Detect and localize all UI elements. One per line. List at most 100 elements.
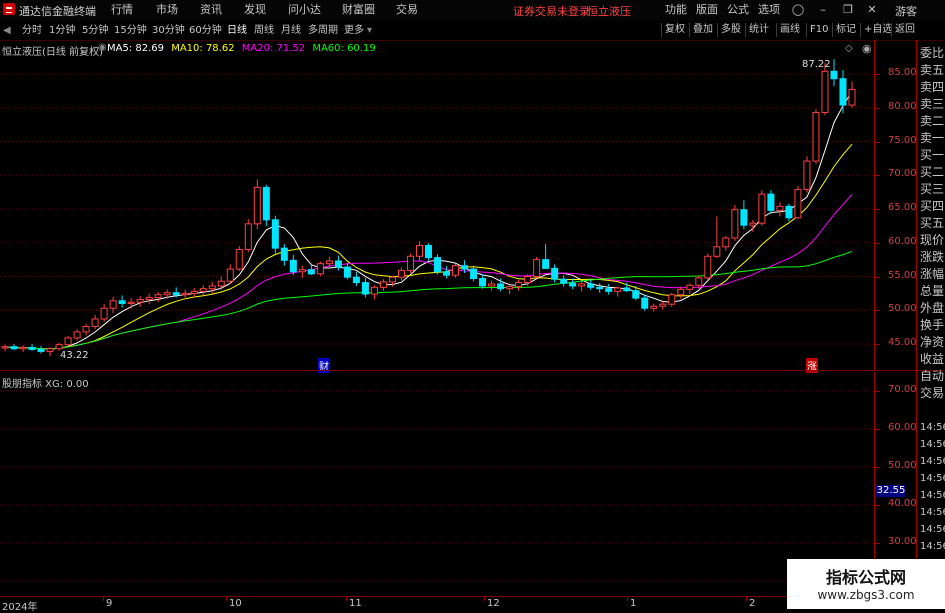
- candle-up: [244, 223, 252, 251]
- tab-period-1min[interactable]: 1分钟: [49, 24, 75, 37]
- zoom-icon[interactable]: ◉: [862, 42, 872, 55]
- trade-time-label: 14:56: [920, 422, 945, 433]
- period-toolbar: ◀ 分时 1分钟 5分钟 15分钟 30分钟 60分钟 日线 周线 月线 多周期…: [0, 21, 945, 41]
- close-icon[interactable]: ✕: [864, 2, 880, 18]
- candle-up: [82, 325, 90, 333]
- sub-axis-tick: [875, 467, 880, 468]
- candle-up: [848, 89, 856, 106]
- guest-user-label[interactable]: 游客: [895, 3, 917, 19]
- tab-period-more[interactable]: 更多: [344, 24, 364, 37]
- candle-up: [515, 282, 523, 288]
- candle-down: [289, 259, 297, 273]
- mark-button[interactable]: 标记: [832, 23, 856, 37]
- restore-icon[interactable]: ❐: [840, 2, 856, 18]
- candle-up: [1, 346, 9, 349]
- candle-up: [388, 276, 396, 283]
- diamond-icon[interactable]: ◇: [845, 43, 853, 54]
- toolbar-back-icon[interactable]: ◀: [3, 24, 11, 37]
- candle-down: [361, 282, 369, 295]
- menu-item-formula[interactable]: 公式: [727, 3, 749, 17]
- menu-item-discover[interactable]: 发现: [244, 3, 266, 17]
- candle-up: [298, 269, 306, 273]
- candle-up: [406, 255, 414, 271]
- menu-item-options[interactable]: 选项: [758, 3, 780, 17]
- candle-up: [731, 209, 739, 239]
- draw-line-button[interactable]: 画线: [776, 23, 800, 37]
- adjust-button[interactable]: 复权: [661, 23, 685, 37]
- candle-up: [614, 287, 622, 292]
- candle-up: [190, 290, 198, 294]
- candle-up: [208, 285, 216, 290]
- add-watchlist-button[interactable]: +自选: [860, 23, 892, 37]
- candle-down: [830, 70, 838, 80]
- menu-item-layout[interactable]: 版面: [696, 3, 718, 17]
- candle-down: [343, 266, 351, 278]
- statistics-button[interactable]: 统计: [745, 23, 769, 37]
- candle-up: [370, 286, 378, 295]
- menu-item-trade[interactable]: 交易: [396, 3, 418, 17]
- candle-up: [397, 269, 405, 278]
- quote-panel-label: 卖五: [920, 63, 945, 77]
- chevron-down-icon[interactable]: ▾: [367, 24, 372, 37]
- candle-up: [163, 292, 171, 296]
- date-axis-label: 10: [229, 598, 242, 609]
- overlay-button[interactable]: 叠加: [689, 23, 713, 37]
- minimize-icon[interactable]: –: [815, 2, 831, 18]
- tab-period-15min[interactable]: 15分钟: [114, 24, 147, 37]
- min-price-label: 43.22: [60, 350, 89, 361]
- tab-period-timeshare[interactable]: 分时: [22, 24, 42, 37]
- login-status-link[interactable]: 证券交易未登录: [513, 3, 590, 19]
- f10-button[interactable]: F10: [806, 23, 828, 37]
- sub-axis-label: 30.00: [888, 536, 917, 547]
- menu-item-wealth[interactable]: 财富圈: [342, 3, 375, 17]
- tab-period-60min[interactable]: 60分钟: [189, 24, 222, 37]
- tab-period-monthly[interactable]: 月线: [281, 24, 301, 37]
- tab-period-weekly[interactable]: 周线: [254, 24, 274, 37]
- candle-down: [118, 300, 126, 304]
- tab-period-30min[interactable]: 30分钟: [152, 24, 185, 37]
- quote-panel: R 委比卖五卖四卖三卖二卖一买一买二买三买四买五现价涨跌涨幅总量外盘换手净资收益…: [916, 40, 945, 609]
- kline-chart[interactable]: [0, 40, 874, 370]
- candle-down: [461, 265, 469, 270]
- menu-item-ask[interactable]: 问小达: [288, 3, 321, 17]
- candle-up: [668, 294, 676, 305]
- tab-period-multi[interactable]: 多周期: [308, 24, 338, 37]
- legend-ma10: MA10: 78.62: [171, 43, 235, 54]
- candle-up: [578, 283, 586, 287]
- candle-up: [722, 237, 730, 248]
- date-axis-tick: [103, 597, 104, 601]
- sub-indicator-chart[interactable]: [0, 372, 874, 594]
- candle-down: [334, 260, 342, 268]
- candle-up: [145, 296, 153, 300]
- date-axis-tick: [746, 597, 747, 601]
- date-axis-tick: [627, 597, 628, 601]
- date-axis-label: 12: [487, 598, 500, 609]
- user-icon[interactable]: ◯: [790, 2, 806, 18]
- candle-down: [352, 276, 360, 284]
- candle-down: [425, 244, 432, 259]
- multi-stock-button[interactable]: 多股: [717, 23, 741, 37]
- price-axis: 85.00 80.00 75.00 70.00 65.00 60.00 55.00 50.00…: [874, 40, 917, 370]
- menu-item-market[interactable]: 市场: [156, 3, 178, 17]
- candle-up: [686, 284, 694, 290]
- candle-down: [623, 287, 631, 292]
- sub-axis-label: 40.00: [888, 498, 917, 509]
- candle-up: [181, 292, 189, 296]
- settings-dot-icon[interactable]: ◉: [98, 42, 107, 53]
- candle-up: [199, 288, 207, 292]
- candle-up: [713, 246, 721, 257]
- return-button[interactable]: 返回: [891, 23, 915, 37]
- price-axis-tick: [875, 276, 880, 278]
- tab-period-5min[interactable]: 5分钟: [82, 24, 108, 37]
- candle-up: [235, 249, 243, 270]
- menu-item-quotes[interactable]: 行情: [111, 3, 133, 17]
- tab-period-daily[interactable]: 日线: [227, 24, 247, 37]
- candle-up: [154, 294, 162, 298]
- menu-item-news[interactable]: 资讯: [200, 3, 222, 17]
- date-axis-label: 2024年: [2, 602, 38, 613]
- price-axis-label: 45.00: [888, 337, 917, 348]
- watermark-url: www.zbgs3.com: [817, 588, 915, 602]
- current-value-tag: 32.55: [876, 485, 906, 497]
- stock-name-link[interactable]: 恒立液压: [587, 3, 631, 19]
- menu-item-function[interactable]: 功能: [665, 3, 687, 17]
